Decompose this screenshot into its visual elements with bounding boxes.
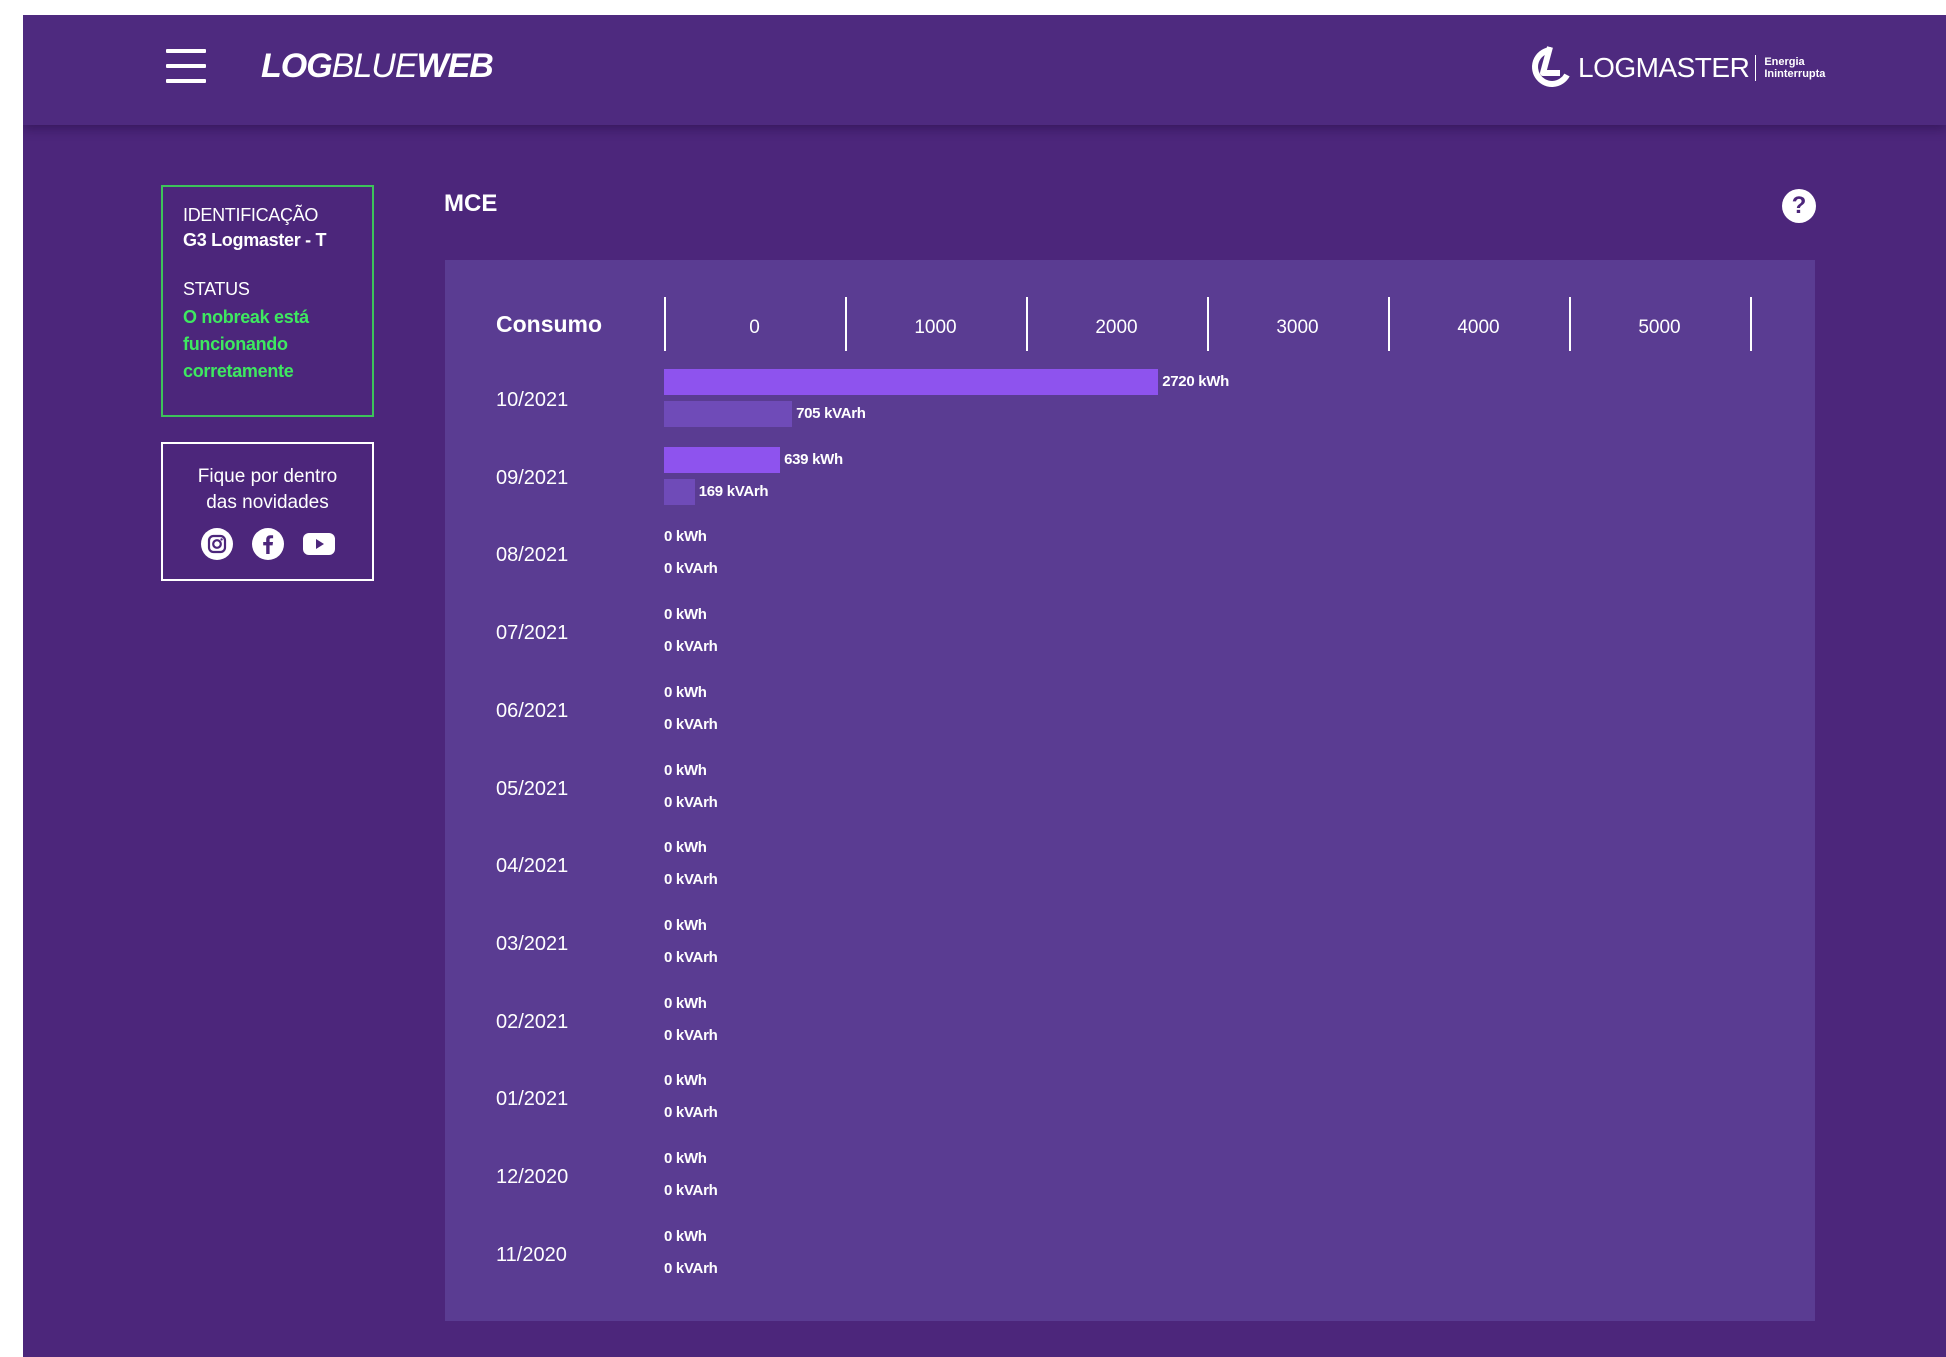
axis-tick-line [1026,297,1028,351]
data-label: 0 kWh [664,528,707,546]
data-label: 0 kVArh [664,1182,718,1199]
identificacao-label: IDENTIFICAÇÃO [183,205,319,225]
data-label: 0 kWh [664,916,707,934]
youtube-icon[interactable] [302,528,335,560]
data-label: 0 kVArh [664,871,718,889]
social-text: Fique por dentro das novidades [197,466,338,513]
top-bar: LOGBLUEWEB LOGMASTER Energia Ininterrupta [23,15,1946,125]
axis-tick-label: 3000 [1276,317,1319,338]
data-label: 0 kVArh [664,948,718,966]
instagram-icon[interactable] [200,528,233,560]
facebook-icon[interactable] [251,528,284,560]
app-frame: LOGBLUEWEB LOGMASTER Energia Ininterrupta… [23,15,1946,1357]
axis-tick-label: 0 [749,317,760,338]
bar-kwh [664,446,781,473]
category-label: 06/2021 [496,699,569,722]
category-label: 10/2021 [496,389,569,411]
brand-name: LOGMASTER [1578,52,1750,83]
data-label: 0 kWh [664,761,707,779]
data-label: 0 kVArh [664,793,718,811]
data-label: 0 kVArh [664,560,718,578]
axis-tick-line [1207,297,1209,351]
bar-kvarh [664,478,695,505]
data-label: 2720 kWh [1162,373,1230,390]
data-label: 0 kVArh [664,1259,718,1277]
consumption-chart-panel: Consumo 0 1000 2000 3000 4000 5000 10/2021 2720… [445,260,1815,1321]
data-label: 0 kWh [664,683,707,701]
brand-tagline: Energia Ininterrupta [1764,56,1826,80]
data-label: 0 kVArh [664,715,718,733]
identification-card: IDENTIFICAÇÃO G3 Logmaster - T STATUS O … [161,185,374,417]
chart-title: Consumo [496,311,603,337]
data-label: 0 kWh [664,1072,707,1090]
data-label: 0 kWh [664,1227,707,1245]
status-label: STATUS [183,279,250,299]
data-label: 169 kVArh [698,482,769,500]
data-label: 0 kVArh [664,638,718,656]
category-label: 02/2021 [496,1010,569,1033]
axis-tick-label: 5000 [1638,317,1681,338]
category-label: 04/2021 [496,855,569,878]
hamburger-icon[interactable] [166,49,206,83]
social-card: Fique por dentro das novidades [161,442,374,581]
axis-tick-line [1569,297,1571,351]
data-label: 0 kWh [664,839,707,857]
data-label: 0 kVArh [664,1104,718,1122]
app-logo[interactable]: LOGBLUEWEB [261,47,494,86]
brand-logo: LOGMASTER Energia Ininterrupta [1530,43,1825,93]
axis-tick-line [1750,297,1752,351]
axis-tick-line [664,297,666,351]
page-title: MCE [444,190,498,217]
data-label: 0 kWh [664,1150,707,1167]
category-label: 03/2021 [496,932,569,955]
data-label: 0 kWh [664,606,707,624]
data-label: 639 kWh [784,450,843,468]
axis-tick-label: 1000 [914,317,957,338]
category-label: 11/2020 [496,1243,567,1266]
logmaster-mark-icon [1532,46,1570,87]
axis-tick-line [845,297,847,351]
data-label: 0 kWh [664,994,707,1012]
social-icons [163,528,372,560]
category-label: 07/2021 [496,622,569,645]
data-label: 0 kVArh [664,1026,718,1044]
bar-kvarh [664,401,793,427]
bar-kwh [664,369,1159,395]
category-label: 05/2021 [496,777,569,800]
axis-tick-label: 4000 [1457,317,1500,338]
category-label: 08/2021 [496,544,569,567]
brand-separator [1755,55,1757,81]
category-label: 01/2021 [496,1088,569,1111]
identificacao-value: G3 Logmaster - T [183,230,327,250]
axis-tick-line [1388,297,1390,351]
help-icon[interactable]: ? [1782,189,1816,223]
data-label: 705 kVArh [796,405,866,422]
status-value: O nobreak está funcionando corretamente [183,307,309,381]
category-label: 12/2020 [496,1166,569,1188]
category-label: 09/2021 [496,466,569,489]
axis-tick-label: 2000 [1095,317,1138,338]
